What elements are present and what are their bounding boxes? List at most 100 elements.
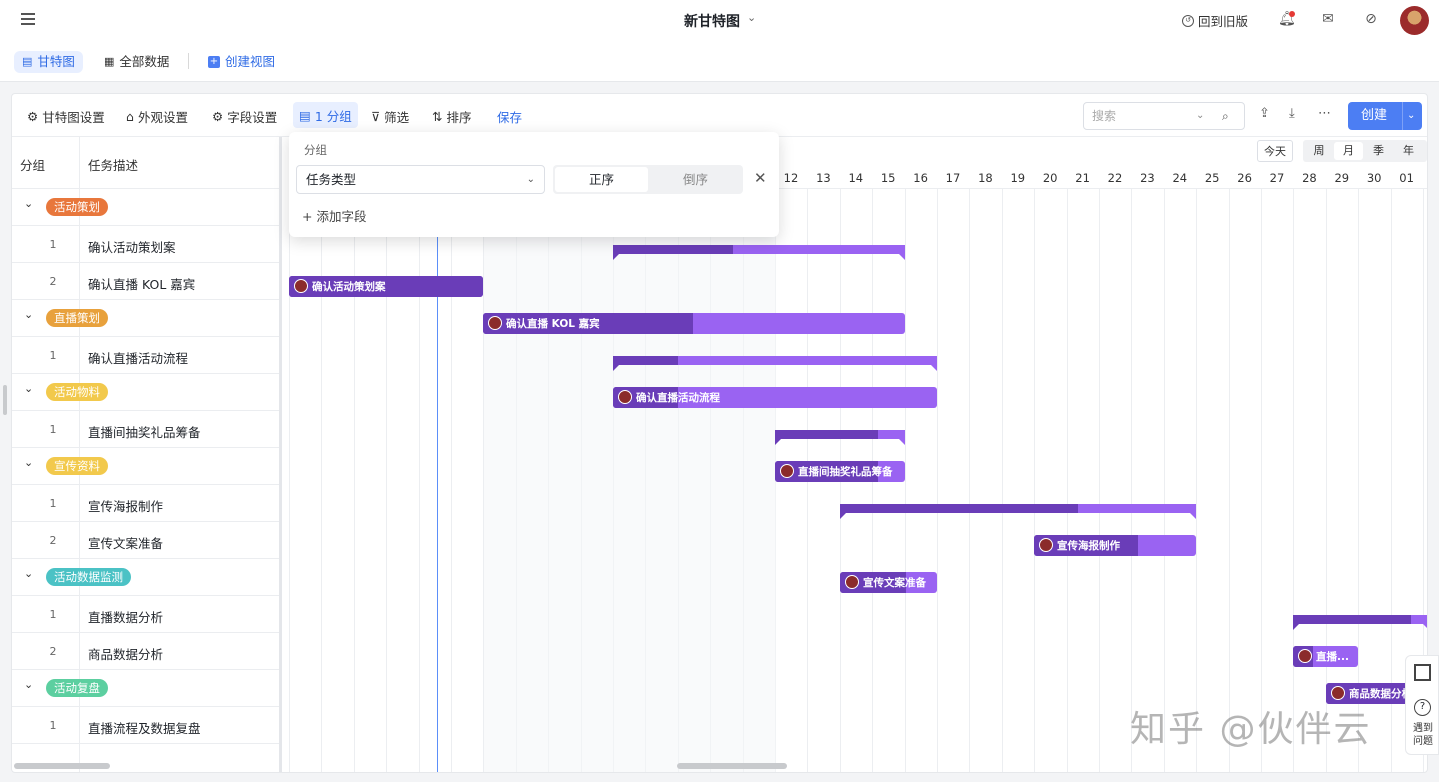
table-row[interactable]: 2 宣传文案准备 bbox=[12, 522, 280, 559]
menu-icon[interactable] bbox=[21, 13, 35, 25]
help-label[interactable]: 遇到问题 bbox=[1411, 722, 1435, 748]
scale-week[interactable]: 周 bbox=[1305, 140, 1333, 162]
summary-bar[interactable] bbox=[613, 356, 937, 371]
scale-month[interactable]: 月 bbox=[1334, 142, 1363, 160]
create-view-button[interactable]: + 创建视图 bbox=[200, 51, 283, 73]
grid-line bbox=[1293, 189, 1295, 772]
page-title[interactable]: 新甘特图 bbox=[684, 11, 740, 31]
grid-line bbox=[1066, 189, 1068, 772]
compass-icon[interactable]: ⊘ bbox=[1363, 11, 1379, 27]
avatar bbox=[1331, 686, 1345, 700]
chevron-down-icon[interactable]: ⌄ bbox=[24, 308, 33, 321]
header-task: 任务描述 bbox=[88, 158, 139, 173]
tab-gantt[interactable]: ▤ 甘特图 bbox=[14, 51, 83, 73]
inbox-icon[interactable]: ✉︎ bbox=[1320, 11, 1336, 27]
chevron-down-icon[interactable]: ⌄ bbox=[24, 456, 33, 469]
table-row[interactable]: 1 确认直播活动流程 bbox=[12, 337, 280, 374]
bar-label: 宣传文案准备 bbox=[863, 577, 926, 589]
help-icon[interactable]: ? bbox=[1414, 699, 1431, 716]
bar-label: 确认直播 KOL 嘉宾 bbox=[506, 318, 600, 330]
gantt-settings-label: 甘特图设置 bbox=[42, 109, 105, 125]
avatar[interactable] bbox=[1400, 6, 1429, 35]
group-tag: 活动物料 bbox=[46, 383, 108, 401]
table-row[interactable]: 1 确认活动策划案 bbox=[12, 226, 280, 263]
more-icon[interactable]: ⋯ bbox=[1318, 106, 1331, 121]
table-row[interactable]: 1 宣传海报制作 bbox=[12, 485, 280, 522]
group-row[interactable]: ⌄ 直播策划 bbox=[12, 300, 280, 337]
search-input[interactable]: 搜索 ⌄ ⌕ bbox=[1083, 102, 1245, 130]
back-to-old-label: 回到旧版 bbox=[1198, 14, 1249, 29]
task-bar[interactable]: 宣传海报制作 bbox=[1034, 535, 1196, 556]
group-button[interactable]: ▤ 1 分组 bbox=[293, 102, 358, 128]
day-label: 26 bbox=[1237, 171, 1252, 185]
chevron-down-icon[interactable]: ⌄ bbox=[24, 567, 33, 580]
add-field-button[interactable]: + 添加字段 bbox=[302, 206, 366, 225]
chevron-down-icon[interactable]: ⌄ bbox=[24, 197, 33, 210]
grid-line bbox=[1001, 189, 1003, 772]
chevron-down-icon[interactable]: ⌄ bbox=[747, 11, 756, 24]
create-button[interactable]: 创建 ⌄ bbox=[1348, 102, 1422, 130]
today-button[interactable]: 今天 bbox=[1257, 140, 1293, 162]
day-label: 01 bbox=[1399, 171, 1414, 185]
scale-year[interactable]: 年 bbox=[1394, 140, 1423, 162]
group-field-select[interactable]: 任务类型 ⌄ bbox=[296, 165, 545, 194]
group-row[interactable]: ⌄ 活动物料 bbox=[12, 374, 280, 411]
task-bar[interactable]: 宣传文案准备 bbox=[840, 572, 937, 593]
sort-button[interactable]: ⇅ 排序 bbox=[432, 107, 472, 125]
gantt-settings-button[interactable]: ⚙ 甘特图设置 bbox=[27, 107, 105, 125]
task-bar[interactable]: 直播... bbox=[1293, 646, 1358, 667]
table-row[interactable]: 1 直播流程及数据复盘 bbox=[12, 707, 280, 744]
chevron-down-icon[interactable]: ⌄ bbox=[24, 678, 33, 691]
task-text: 直播间抽奖礼品筹备 bbox=[88, 425, 201, 440]
table-row[interactable]: 2 商品数据分析 bbox=[12, 633, 280, 670]
order-asc-button[interactable]: 正序 bbox=[555, 167, 648, 192]
back-to-old-button[interactable]: ↺ 回到旧版 bbox=[1182, 11, 1248, 30]
summary-bar[interactable] bbox=[840, 504, 1196, 519]
filter-button[interactable]: ⊽ 筛选 bbox=[371, 107, 409, 125]
qrcode-icon[interactable] bbox=[1414, 664, 1431, 681]
table-row[interactable]: 1 直播数据分析 bbox=[12, 596, 280, 633]
avatar bbox=[780, 464, 794, 478]
day-label: 29 bbox=[1334, 171, 1350, 185]
chevron-down-icon[interactable]: ⌄ bbox=[1407, 102, 1415, 130]
tab-all-data[interactable]: ▦ 全部数据 bbox=[96, 51, 177, 73]
group-row[interactable]: ⌄ 宣传资料 bbox=[12, 448, 280, 485]
table-row[interactable]: 2 确认直播 KOL 嘉宾 bbox=[12, 263, 280, 300]
group-row[interactable]: ⌄ 活动策划 bbox=[12, 189, 280, 226]
group-row[interactable]: ⌄ 活动复盘 bbox=[12, 670, 280, 707]
task-bar[interactable]: 直播间抽奖礼品筹备 bbox=[775, 461, 905, 482]
download-icon[interactable]: ⤓ bbox=[1289, 106, 1295, 121]
grid-line bbox=[1131, 189, 1133, 772]
table-row[interactable]: 1 直播间抽奖礼品筹备 bbox=[12, 411, 280, 448]
panel-resizer[interactable] bbox=[279, 137, 282, 772]
group-row[interactable]: ⌄ 活动数据监测 bbox=[12, 559, 280, 596]
field-settings-label: 字段设置 bbox=[227, 109, 278, 125]
summary-bar[interactable] bbox=[1293, 615, 1427, 630]
chevron-down-icon[interactable]: ⌄ bbox=[1196, 103, 1204, 129]
scale-quarter[interactable]: 季 bbox=[1364, 140, 1393, 162]
field-settings-button[interactable]: ⚙ 字段设置 bbox=[212, 107, 277, 125]
header-group: 分组 bbox=[20, 158, 46, 173]
summary-bar[interactable] bbox=[613, 245, 905, 260]
task-bar[interactable]: 确认活动策划案 bbox=[289, 276, 483, 297]
row-number: 1 bbox=[49, 238, 57, 251]
task-bar[interactable]: 确认直播 KOL 嘉宾 bbox=[483, 313, 905, 334]
search-icon[interactable]: ⌕ bbox=[1222, 103, 1229, 129]
group-popup: 分组 任务类型 ⌄ 正序 倒序 ✕ + 添加字段 bbox=[289, 132, 779, 237]
left-resize-handle[interactable] bbox=[3, 385, 7, 415]
row-number: 1 bbox=[49, 608, 57, 621]
grid-line bbox=[904, 189, 906, 772]
task-bar[interactable]: 确认直播活动流程 bbox=[613, 387, 937, 408]
close-icon[interactable]: ✕ bbox=[754, 169, 767, 187]
order-desc-button[interactable]: 倒序 bbox=[650, 167, 741, 192]
left-scrollbar[interactable] bbox=[14, 763, 110, 769]
appearance-button[interactable]: ⌂ 外观设置 bbox=[126, 107, 188, 125]
upload-icon[interactable]: ⇪ bbox=[1259, 106, 1270, 121]
save-button[interactable]: 保存 bbox=[497, 107, 522, 125]
summary-bar[interactable] bbox=[775, 430, 905, 445]
task-text: 确认直播 KOL 嘉宾 bbox=[88, 277, 196, 292]
day-label: 27 bbox=[1269, 171, 1285, 185]
gantt-scrollbar[interactable] bbox=[677, 763, 787, 769]
task-text: 商品数据分析 bbox=[88, 647, 164, 662]
chevron-down-icon[interactable]: ⌄ bbox=[24, 382, 33, 395]
